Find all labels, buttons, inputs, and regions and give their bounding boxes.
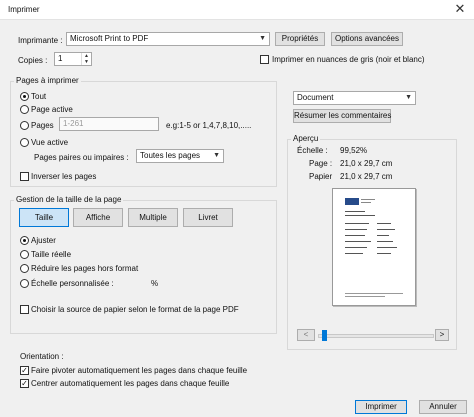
printer-select[interactable]: Microsoft Print to PDF ▼ <box>66 32 270 46</box>
preview-line <box>377 235 389 236</box>
even-odd-select[interactable]: Toutes les pages ▼ <box>136 149 224 163</box>
preview-line <box>377 241 393 242</box>
preview-line <box>345 253 363 254</box>
chevron-down-icon: ▼ <box>259 35 266 42</box>
prev-page-button[interactable]: < <box>297 329 315 341</box>
shrink-oversized-label: Réduire les pages hors format <box>31 264 139 273</box>
check-icon: ✓ <box>21 366 28 375</box>
window-title: Imprimer <box>8 5 40 14</box>
advanced-options-button[interactable]: Options avancées <box>331 32 403 46</box>
preview-footer-line <box>345 293 403 294</box>
chevron-down-icon: ▼ <box>213 152 220 159</box>
tab-booklet[interactable]: Livret <box>183 208 233 227</box>
preview-line <box>345 241 371 242</box>
actual-size-label: Taille réelle <box>31 250 72 259</box>
page-preview <box>332 188 416 306</box>
pages-range-label: Pages <box>31 121 54 130</box>
preview-footer-line <box>345 296 385 297</box>
reverse-pages-checkbox[interactable] <box>20 172 29 181</box>
preview-line <box>345 215 375 216</box>
preview-group-label: Aperçu <box>291 134 321 143</box>
fit-label: Ajuster <box>31 236 56 245</box>
preview-line <box>345 235 365 236</box>
pages-group-label: Pages à imprimer <box>14 76 81 85</box>
page-size-label: Page : <box>309 159 333 168</box>
properties-button[interactable]: Propriétés <box>275 32 325 46</box>
paper-source-checkbox[interactable] <box>20 305 29 314</box>
page-size-value: 21,0 x 29,7 cm <box>340 159 393 168</box>
even-odd-label: Pages paires ou impaires : <box>34 153 129 162</box>
pages-current-label: Page active <box>31 105 73 114</box>
scale-value: 99,52% <box>340 146 368 155</box>
pages-all-radio[interactable] <box>20 92 29 101</box>
preview-line <box>377 247 397 248</box>
printer-label: Imprimante : <box>18 36 63 45</box>
preview-line <box>361 199 375 200</box>
tab-size[interactable]: Taille <box>19 208 69 227</box>
pages-current-radio[interactable] <box>20 105 29 114</box>
preview-line <box>345 223 369 224</box>
title-bar: Imprimer ✕ <box>0 0 474 20</box>
pages-range-radio[interactable] <box>20 121 29 130</box>
zoom-slider-thumb[interactable] <box>322 330 328 341</box>
auto-center-label: Centrer automatiquement les pages dans c… <box>31 379 230 388</box>
grayscale-label: Imprimer en nuances de gris (noir et bla… <box>272 55 425 64</box>
next-page-button[interactable]: > <box>435 329 449 341</box>
spin-down-icon[interactable]: ▼ <box>82 59 91 65</box>
pages-range-example: e.g:1-5 or 1,4,7,8,10,..... <box>166 121 252 130</box>
fit-radio[interactable] <box>20 236 29 245</box>
auto-center-checkbox[interactable]: ✓ <box>20 379 29 388</box>
auto-rotate-label: Faire pivoter automatiquement les pages … <box>31 366 248 375</box>
orientation-label: Orientation : <box>20 352 64 361</box>
preview-line <box>345 211 365 212</box>
copies-stepper[interactable]: 1 ▲ ▼ <box>54 52 92 66</box>
check-icon: ✓ <box>21 379 28 388</box>
paper-size-label: Papier <box>309 172 333 181</box>
page-sizing-group-label: Gestion de la taille de la page <box>14 195 124 204</box>
pages-range-input[interactable]: 1-261 <box>59 117 159 131</box>
actual-size-radio[interactable] <box>20 250 29 259</box>
custom-scale-percent: % <box>151 279 159 288</box>
auto-rotate-checkbox[interactable]: ✓ <box>20 366 29 375</box>
pages-all-label: Tout <box>31 92 47 101</box>
preview-line <box>377 223 391 224</box>
paper-source-label: Choisir la source de papier selon le for… <box>31 305 239 314</box>
scale-label: Échelle : <box>297 146 328 155</box>
document-select-value: Document <box>297 93 334 102</box>
reverse-pages-label: Inverser les pages <box>31 172 97 181</box>
document-logo-icon <box>345 198 359 205</box>
preview-line <box>377 229 395 230</box>
close-icon[interactable]: ✕ <box>452 1 468 17</box>
document-select[interactable]: Document ▼ <box>293 91 416 105</box>
tab-multiple[interactable]: Multiple <box>128 208 178 227</box>
paper-size-value: 21,0 x 29,7 cm <box>340 172 393 181</box>
summarize-comments-button[interactable]: Résumer les commentaires <box>293 109 391 123</box>
copies-value: 1 <box>58 54 63 63</box>
tab-poster[interactable]: Affiche <box>73 208 123 227</box>
preview-line <box>377 253 391 254</box>
custom-scale-label: Échelle personnalisée : <box>31 279 114 288</box>
copies-label: Copies : <box>18 56 48 65</box>
print-button[interactable]: Imprimer <box>355 400 407 414</box>
preview-line <box>361 202 371 203</box>
spinner-arrows-icon[interactable]: ▲ ▼ <box>81 53 91 65</box>
print-dialog: Imprimer ✕ Imprimante : Microsoft Print … <box>0 0 474 417</box>
cancel-button[interactable]: Annuler <box>419 400 467 414</box>
zoom-slider[interactable] <box>318 334 434 338</box>
grayscale-checkbox[interactable] <box>260 55 269 64</box>
printer-select-value: Microsoft Print to PDF <box>70 34 149 43</box>
even-odd-value: Toutes les pages <box>140 151 201 160</box>
pages-view-radio[interactable] <box>20 138 29 147</box>
chevron-down-icon: ▼ <box>405 94 412 101</box>
custom-scale-radio[interactable] <box>20 279 29 288</box>
preview-line <box>345 247 367 248</box>
pages-view-label: Vue active <box>31 138 69 147</box>
shrink-oversized-radio[interactable] <box>20 264 29 273</box>
preview-line <box>345 229 367 230</box>
